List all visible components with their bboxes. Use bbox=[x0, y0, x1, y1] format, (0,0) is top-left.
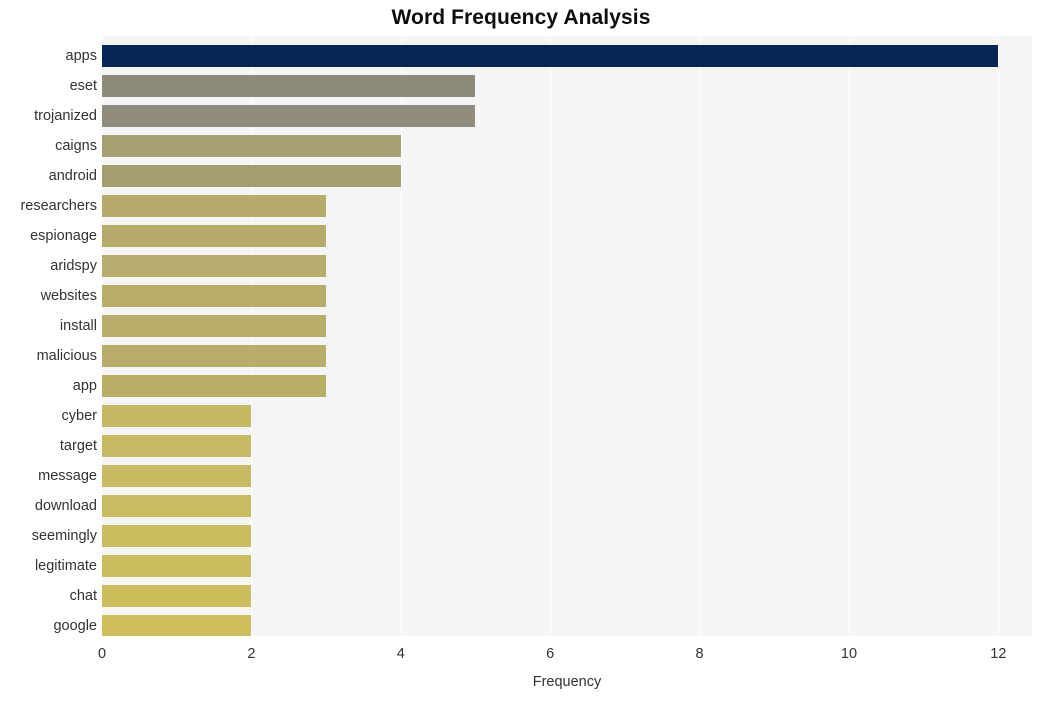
bar-seemingly bbox=[102, 525, 251, 547]
x-tick-label-8: 8 bbox=[695, 646, 704, 662]
bar-target bbox=[102, 435, 251, 457]
y-tick-label-download: download bbox=[34, 498, 97, 514]
bar-message bbox=[102, 465, 251, 487]
bar-fill bbox=[102, 315, 326, 337]
bar-fill bbox=[102, 45, 998, 67]
plot-area bbox=[102, 36, 1032, 636]
x-tick-label-10: 10 bbox=[840, 646, 858, 662]
bar-fill bbox=[102, 285, 326, 307]
x-tick-label-0: 0 bbox=[97, 646, 107, 662]
y-tick-label-caigns: caigns bbox=[55, 138, 97, 154]
gridline-x-6 bbox=[550, 36, 551, 636]
bar-chat bbox=[102, 585, 251, 607]
bar-fill bbox=[102, 225, 326, 247]
y-tick-label-trojanized: trojanized bbox=[34, 108, 97, 124]
bar-websites bbox=[102, 285, 326, 307]
x-tick-label-4: 4 bbox=[396, 646, 405, 662]
y-tick-label-cyber: cyber bbox=[61, 408, 97, 424]
bar-fill bbox=[102, 105, 475, 127]
bar-fill bbox=[102, 135, 401, 157]
bar-espionage bbox=[102, 225, 326, 247]
bar-android bbox=[102, 165, 401, 187]
y-tick-label-chat: chat bbox=[69, 588, 97, 604]
y-tick-label-google: google bbox=[53, 618, 97, 634]
y-tick-label-apps: apps bbox=[65, 48, 97, 64]
y-tick-label-app: app bbox=[72, 378, 97, 394]
bar-fill bbox=[102, 375, 326, 397]
gridline-x-8 bbox=[700, 36, 701, 636]
bar-download bbox=[102, 495, 251, 517]
bar-fill bbox=[102, 255, 326, 277]
bar-fill bbox=[102, 75, 475, 97]
bar-apps bbox=[102, 45, 998, 67]
bar-install bbox=[102, 315, 326, 337]
bar-legitimate bbox=[102, 555, 251, 577]
y-tick-label-aridspy: aridspy bbox=[50, 258, 97, 274]
bar-fill bbox=[102, 495, 251, 517]
bar-researchers bbox=[102, 195, 326, 217]
y-tick-label-seemingly: seemingly bbox=[31, 528, 97, 544]
bar-aridspy bbox=[102, 255, 326, 277]
y-tick-label-malicious: malicious bbox=[36, 348, 97, 364]
bar-fill bbox=[102, 435, 251, 457]
word-frequency-chart: Word Frequency Analysis apps eset trojaniz… bbox=[0, 0, 1042, 701]
bar-fill bbox=[102, 165, 401, 187]
bar-eset bbox=[102, 75, 475, 97]
x-tick-label-6: 6 bbox=[546, 646, 555, 662]
y-tick-label-legitimate: legitimate bbox=[34, 558, 97, 574]
bar-fill bbox=[102, 405, 251, 427]
bar-fill bbox=[102, 525, 251, 547]
y-tick-label-android: android bbox=[48, 168, 97, 184]
bar-caigns bbox=[102, 135, 401, 157]
gridline-x-10 bbox=[849, 36, 850, 636]
bar-fill bbox=[102, 345, 326, 367]
bar-fill bbox=[102, 195, 326, 217]
y-tick-label-researchers: researchers bbox=[20, 198, 97, 214]
y-tick-label-eset: eset bbox=[69, 78, 97, 94]
bar-google bbox=[102, 615, 251, 636]
bar-app bbox=[102, 375, 326, 397]
x-axis-title: Frequency bbox=[532, 674, 602, 690]
bar-fill bbox=[102, 585, 251, 607]
y-tick-label-websites: websites bbox=[40, 288, 97, 304]
bar-fill bbox=[102, 615, 251, 636]
y-tick-label-espionage: espionage bbox=[30, 228, 97, 244]
bar-fill bbox=[102, 465, 251, 487]
x-tick-label-2: 2 bbox=[247, 646, 256, 662]
gridline-x-12 bbox=[998, 36, 999, 636]
bar-malicious bbox=[102, 345, 326, 367]
bar-trojanized bbox=[102, 105, 475, 127]
y-tick-label-message: message bbox=[38, 468, 97, 484]
chart-title: Word Frequency Analysis bbox=[391, 6, 651, 29]
bar-fill bbox=[102, 555, 251, 577]
y-tick-label-install: install bbox=[59, 318, 97, 334]
x-tick-label-12: 12 bbox=[990, 646, 1007, 662]
bar-cyber bbox=[102, 405, 251, 427]
y-tick-label-target: target bbox=[59, 438, 97, 454]
